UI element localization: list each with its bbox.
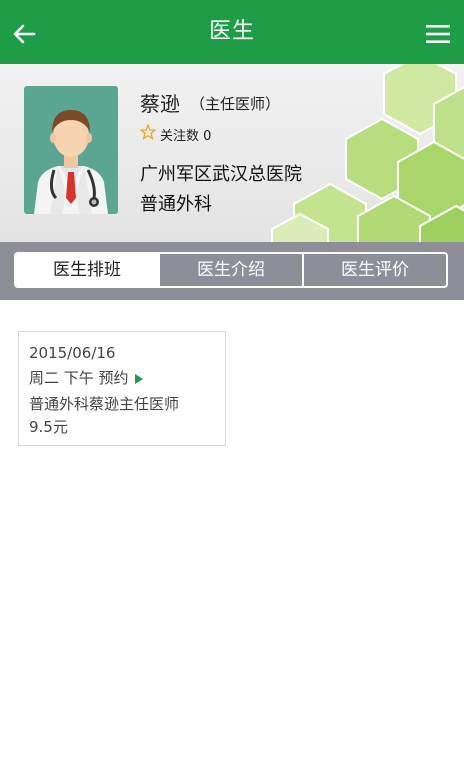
top-bar: 医生 [0,0,464,64]
doctor-profile: 蔡逊 （主任医师） 关注数 0 广州军区武汉总医院 普通外科 [0,64,464,242]
page-title: 医生 [208,19,255,44]
tab-bar: 医生排班 医生介绍 医生评价 [0,242,464,300]
schedule-slot: 周二 下午 预约 [29,369,129,387]
menu-icon[interactable] [424,20,452,48]
follow-number: 0 [203,129,212,144]
tab-reviews[interactable]: 医生评价 [302,254,446,286]
schedule-price: 9.5元 [29,418,68,436]
tab-group: 医生排班 医生介绍 医生评价 [14,252,448,288]
hospital-name: 广州军区武汉总医院 [140,164,302,185]
schedule-description: 普通外科蔡逊主任医师 [29,395,180,413]
doctor-avatar [24,86,118,214]
doctor-name: 蔡逊 [140,92,180,116]
tab-schedule[interactable]: 医生排班 [16,254,158,286]
department-name: 普通外科 [140,194,212,215]
follow-label: 关注数 [160,129,200,144]
schedule-date: 2015/06/16 [29,344,116,362]
play-arrow-icon[interactable] [134,373,143,384]
doctor-title: （主任医师） [190,95,281,113]
schedule-card[interactable]: 2015/06/16 周二 下午 预约 普通外科蔡逊主任医师 9.5元 [18,331,226,446]
tab-introduction[interactable]: 医生介绍 [158,254,302,286]
hexagon-decoration [271,64,464,242]
star-icon[interactable] [139,123,157,141]
